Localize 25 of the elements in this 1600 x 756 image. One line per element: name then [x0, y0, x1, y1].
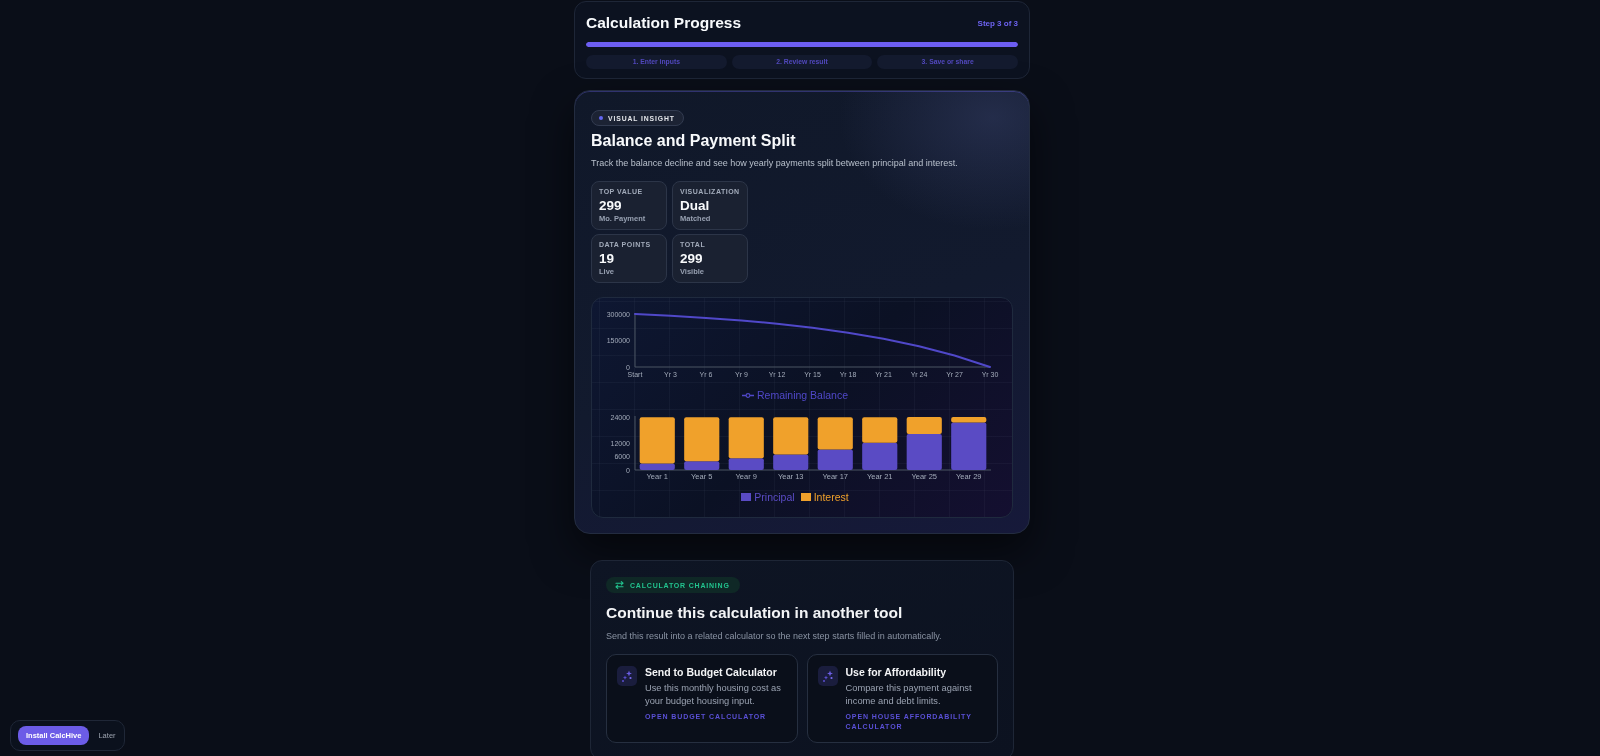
section-description: Track the balance decline and see how yearly payments split between principal and interest.	[591, 157, 959, 169]
action-title: Send to Budget Calculator	[645, 666, 777, 679]
section-title: Balance and Payment Split	[591, 132, 797, 150]
action-title: Use for Affordability	[845, 666, 947, 679]
section-title: Continue this calculation in another tool	[606, 603, 904, 623]
legend-label: Remaining Balance	[756, 389, 849, 401]
sparkle-icon	[817, 666, 838, 686]
legend-label: Principal	[754, 491, 795, 503]
stat-value: 299	[680, 250, 704, 267]
sparkle-icon	[617, 666, 637, 686]
action-description: Compare this payment against income and debt limits.	[845, 682, 973, 708]
progress-title: Calculation Progress	[586, 13, 742, 33]
stat-value: 19	[599, 250, 616, 267]
legend-label: Interest	[813, 491, 849, 503]
stat-value: Dual	[680, 197, 711, 214]
section-description: Send this result into a related calculator so the next step starts filled in automatically.	[606, 630, 943, 642]
stat-value: 299	[599, 197, 623, 214]
swap-arrows-icon	[615, 581, 624, 589]
y-axis	[634, 312, 636, 368]
dot-icon	[599, 116, 603, 120]
action-description: Use this monthly housing cost as your budget housing input.	[645, 682, 782, 708]
y-axis	[634, 415, 636, 471]
chart-bar	[862, 442, 898, 470]
chart-bar	[862, 417, 898, 443]
step-counter: Step 3 of 3	[977, 18, 1018, 28]
